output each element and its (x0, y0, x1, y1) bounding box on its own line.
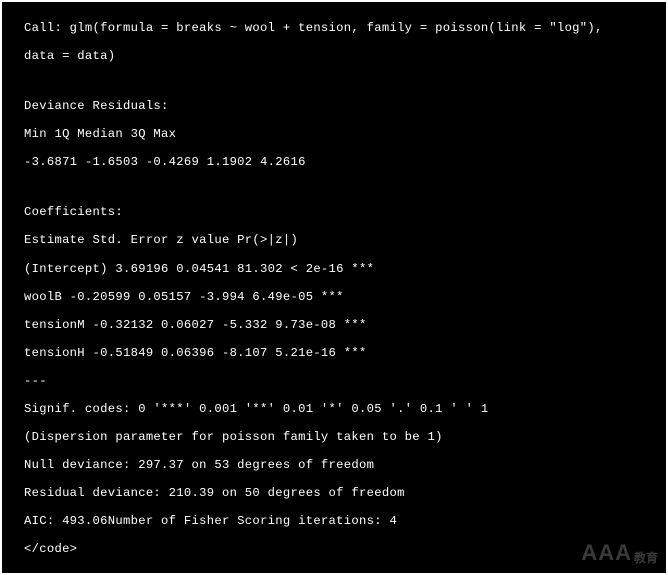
aic-line: AIC: 493.06Number of Fisher Scoring iter… (24, 513, 644, 530)
coef-row-intercept: (Intercept) 3.69196 0.04541 81.302 < 2e-… (24, 261, 644, 278)
dispersion: (Dispersion parameter for poisson family… (24, 429, 644, 446)
watermark-sub: 教育 (634, 550, 658, 567)
coefficients-columns: Estimate Std. Error z value Pr(>|z|) (24, 232, 644, 249)
coef-row-woolb: woolB -0.20599 0.05157 -3.994 6.49e-05 *… (24, 289, 644, 306)
null-deviance: Null deviance: 297.37 on 53 degrees of f… (24, 457, 644, 474)
residual-deviance: Residual deviance: 210.39 on 50 degrees … (24, 485, 644, 502)
deviance-values: -3.6871 -1.6503 -0.4269 1.1902 4.2616 (24, 154, 644, 171)
call-line-1: Call: glm(formula = breaks ~ wool + tens… (24, 20, 644, 37)
call-line-2: data = data) (24, 48, 644, 65)
watermark-main: AAA (581, 538, 632, 569)
coefficients-header: Coefficients: (24, 204, 644, 221)
deviance-header: Deviance Residuals: (24, 98, 644, 115)
coef-row-tensionh: tensionH -0.51849 0.06396 -8.107 5.21e-1… (24, 345, 644, 362)
coef-row-tensionm: tensionM -0.32132 0.06027 -5.332 9.73e-0… (24, 317, 644, 334)
separator: --- (24, 373, 644, 390)
blank-line (24, 76, 644, 87)
deviance-labels: Min 1Q Median 3Q Max (24, 126, 644, 143)
end-code-tag: </code> (24, 541, 644, 558)
blank-line (24, 182, 644, 193)
terminal-output: Call: glm(formula = breaks ~ wool + tens… (2, 2, 666, 573)
signif-codes: Signif. codes: 0 '***' 0.001 '**' 0.01 '… (24, 401, 644, 418)
watermark-logo: AAA 教育 (581, 538, 658, 569)
